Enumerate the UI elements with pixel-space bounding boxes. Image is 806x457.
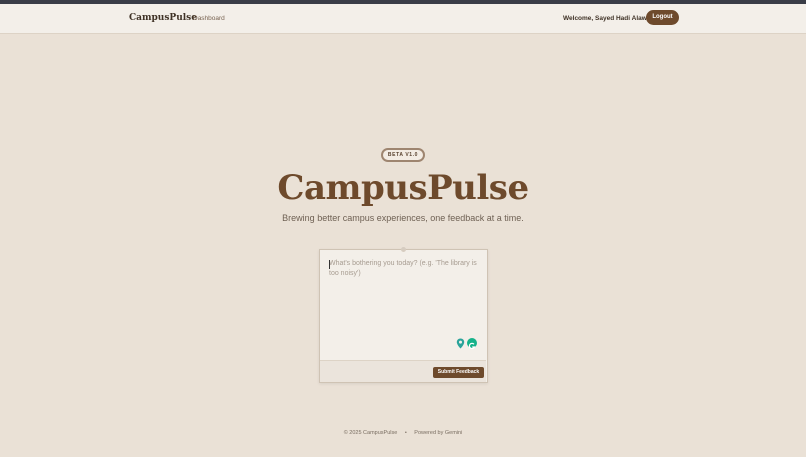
nav-link-dashboard[interactable]: Dashboard: [193, 15, 225, 22]
brand-logo[interactable]: CampusPulse: [129, 13, 197, 23]
footer-separator: •: [404, 430, 407, 436]
feedback-card-footer: Submit Feedback: [320, 360, 486, 382]
hero-title: CampusPulse: [277, 168, 529, 208]
hero-subtitle: Brewing better campus experiences, one f…: [282, 213, 524, 223]
input-extension-icons: [456, 338, 478, 350]
card-top-handle: [401, 247, 406, 252]
footer-powered-by: Powered by Gemini: [414, 430, 463, 436]
welcome-text: Welcome, Sayed Hadi Alawi: [563, 15, 649, 22]
footer-copyright: © 2025 CampusPulse: [343, 430, 398, 436]
text-caret: [329, 260, 330, 269]
navbar: CampusPulse Dashboard Welcome, Sayed Had…: [0, 4, 806, 34]
submit-feedback-button[interactable]: Submit Feedback: [433, 367, 484, 378]
logout-button[interactable]: Logout: [646, 10, 679, 25]
location-pin-icon[interactable]: [456, 338, 465, 349]
grammarly-icon[interactable]: [467, 338, 477, 350]
feedback-card: Submit Feedback: [319, 249, 488, 383]
beta-badge: BETA V1.0: [381, 148, 425, 162]
page-footer: © 2025 CampusPulse • Powered by Gemini: [0, 430, 806, 436]
